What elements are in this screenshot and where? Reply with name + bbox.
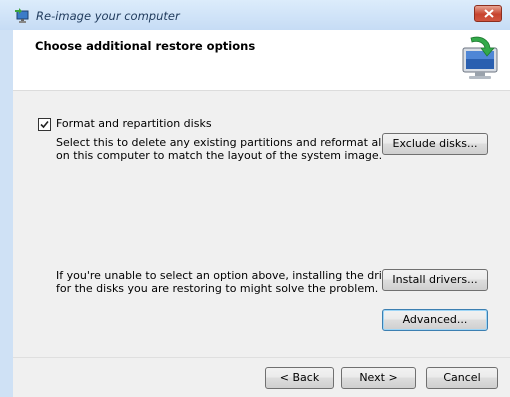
- install-drivers-button[interactable]: Install drivers...: [382, 269, 488, 291]
- footer-divider: [13, 357, 510, 358]
- close-button[interactable]: [474, 5, 502, 22]
- format-description-line1: Select this to delete any existing parti…: [56, 136, 416, 149]
- title-bar[interactable]: Re-image your computer: [0, 0, 510, 30]
- page-title: Choose additional restore options: [35, 39, 256, 53]
- close-icon: [484, 9, 494, 18]
- window-title: Re-image your computer: [36, 9, 180, 23]
- computer-restore-icon: [457, 36, 503, 82]
- wizard-header: Choose additional restore options: [13, 30, 510, 91]
- drivers-info-line1: If you're unable to select an option abo…: [56, 269, 406, 282]
- checkmark-icon: [40, 120, 49, 129]
- next-button[interactable]: Next >: [341, 367, 416, 389]
- format-repartition-checkbox[interactable]: [38, 118, 51, 131]
- exclude-disks-button[interactable]: Exclude disks...: [382, 133, 488, 155]
- reimage-dialog: Re-image your computer Choose additional…: [0, 0, 510, 397]
- backup-restore-icon: [14, 8, 30, 24]
- drivers-info-line2: for the disks you are restoring to might…: [56, 282, 379, 295]
- cancel-button[interactable]: Cancel: [426, 367, 498, 389]
- format-repartition-label[interactable]: Format and repartition disks: [56, 117, 212, 130]
- window-left-edge: [0, 30, 13, 397]
- format-description-line2: on this computer to match the layout of …: [56, 149, 383, 162]
- options-panel: Format and repartition disks Select this…: [13, 91, 510, 357]
- back-button[interactable]: < Back: [265, 367, 334, 389]
- advanced-button[interactable]: Advanced...: [382, 309, 488, 331]
